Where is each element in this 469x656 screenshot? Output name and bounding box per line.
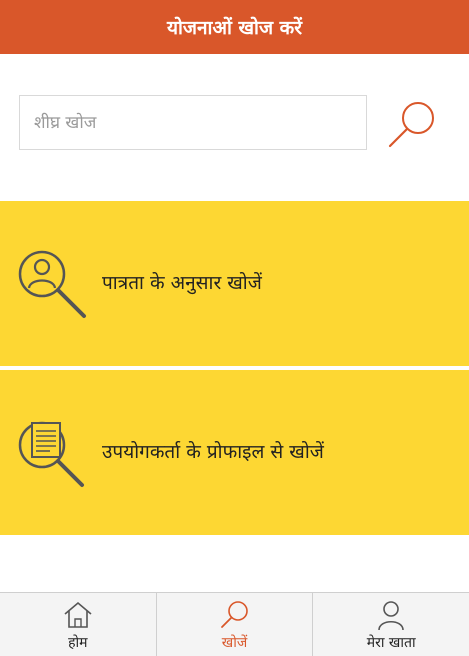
search-by-eligibility-card[interactable]: पात्रता के अनुसार खोजें [0, 201, 469, 366]
user-icon [378, 601, 404, 631]
search-button[interactable] [384, 98, 442, 150]
page-title: योजनाओं खोज करें [166, 17, 303, 39]
card-label-eligibility: पात्रता के अनुसार खोजें [102, 271, 262, 294]
search-by-profile-card[interactable]: उपयोगकर्ता के प्रोफाइल से खोजें [0, 370, 469, 535]
nav-item-home[interactable]: होम [0, 593, 157, 656]
search-icon [388, 102, 434, 148]
card-label-profile: उपयोगकर्ता के प्रोफाइल से खोजें [102, 440, 324, 463]
nav-item-search[interactable]: खोजें [157, 593, 314, 656]
search-input[interactable] [19, 95, 367, 150]
app-header: योजनाओं खोज करें [0, 0, 469, 54]
search-icon [220, 601, 248, 628]
search-area [0, 54, 469, 199]
nav-label-search: खोजें [221, 635, 248, 651]
nav-label-my-account: मेरा खाता [366, 635, 416, 651]
nav-item-my-account[interactable]: मेरा खाता [313, 593, 469, 656]
nav-label-home: होम [68, 635, 88, 651]
home-icon [64, 601, 92, 628]
bottom-nav: होम खोजें मेरा खाता [0, 592, 469, 656]
document-search-icon [18, 421, 84, 487]
person-search-icon [18, 250, 86, 318]
